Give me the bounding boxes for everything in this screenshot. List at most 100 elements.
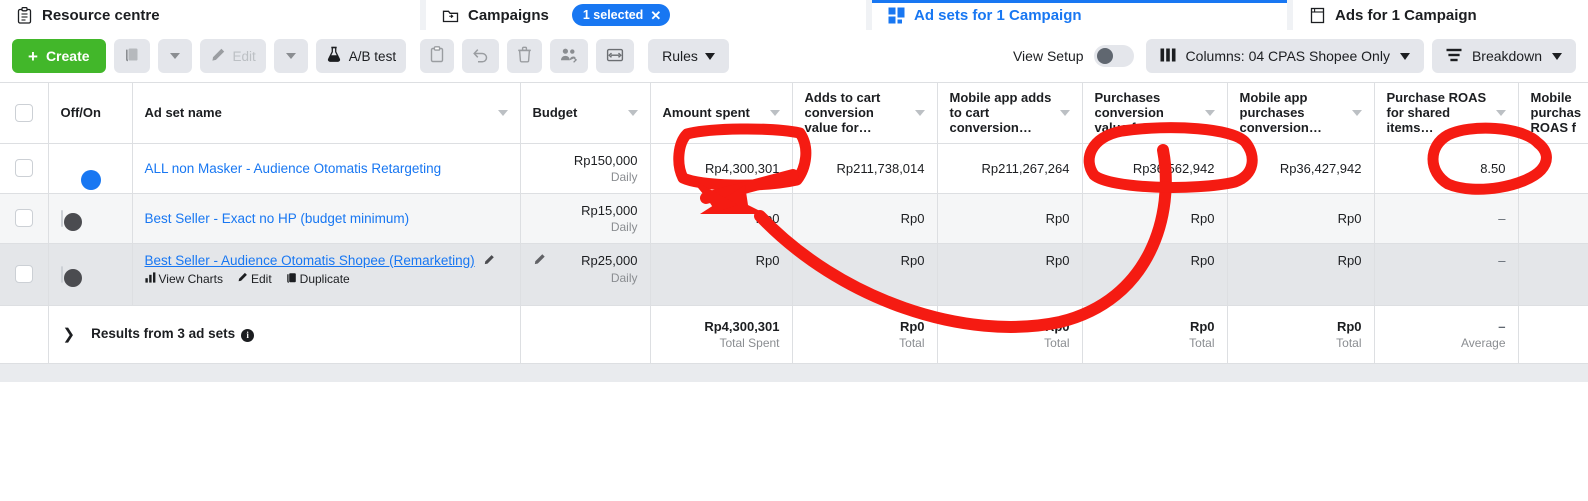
row-budget-cell[interactable]: Rp15,000 Daily xyxy=(520,193,651,244)
paste-button[interactable] xyxy=(420,39,455,73)
row-select-cell[interactable] xyxy=(0,143,49,194)
purchase-roas-value: 8.50 xyxy=(1480,160,1506,176)
breakdown-button[interactable]: Breakdown xyxy=(1431,39,1576,73)
share-icon xyxy=(606,47,624,66)
header-budget[interactable]: Budget xyxy=(520,83,651,144)
duplicate-action[interactable]: Duplicate xyxy=(286,272,350,287)
edit-action[interactable]: Edit xyxy=(237,272,272,286)
row-mobile-roas-cell xyxy=(1518,193,1588,244)
tab-ads[interactable]: Ads for 1 Campaign xyxy=(1293,0,1588,30)
ab-test-label: A/B test xyxy=(348,48,397,64)
row-select-cell[interactable] xyxy=(0,243,49,306)
duplicate-button[interactable] xyxy=(113,39,150,73)
selected-count-badge[interactable]: 1 selected ✕ xyxy=(571,4,671,26)
row-toggle-cell[interactable] xyxy=(48,193,133,244)
pencil-icon xyxy=(237,272,248,286)
export-button[interactable] xyxy=(596,39,635,73)
results-summary: ❯ Results from 3 ad sets i xyxy=(63,325,508,343)
chevron-down-icon[interactable] xyxy=(1204,109,1215,116)
tab-ad-sets[interactable]: Ad sets for 1 Campaign xyxy=(872,0,1287,30)
view-charts-action[interactable]: View Charts xyxy=(144,272,223,286)
row-purchase-roas-cell: 8.50 xyxy=(1374,143,1519,194)
chevron-down-icon[interactable] xyxy=(769,109,780,116)
row-checkbox[interactable] xyxy=(14,265,33,283)
columns-button[interactable]: Columns: 04 CPAS Shopee Only xyxy=(1145,39,1424,73)
table-row[interactable]: Best Seller - Exact no HP (budget minimu… xyxy=(0,193,1588,244)
chevron-down-icon[interactable] xyxy=(1059,109,1070,116)
chevron-down-icon[interactable] xyxy=(497,109,508,116)
ad-set-name-link[interactable]: ALL non Masker - Audience Otomatis Retar… xyxy=(145,161,442,176)
chevron-down-icon[interactable] xyxy=(1495,109,1506,116)
row-mobile-roas-cell xyxy=(1518,143,1588,194)
totals-label-cell[interactable]: ❯ Results from 3 ad sets i xyxy=(48,305,521,364)
edit-menu-button[interactable] xyxy=(273,39,308,73)
close-icon[interactable]: ✕ xyxy=(650,9,661,22)
table-row[interactable]: ALL non Masker - Audience Otomatis Retar… xyxy=(0,143,1588,194)
row-name-cell[interactable]: ALL non Masker - Audience Otomatis Retar… xyxy=(132,143,521,194)
rules-label: Rules xyxy=(662,48,698,64)
totals-row: ❯ Results from 3 ad sets i Rp4,300,301 To… xyxy=(0,305,1588,364)
header-mobile-app-purchases-conversion[interactable]: Mobile app purchases conversion… xyxy=(1227,83,1375,144)
pencil-icon[interactable] xyxy=(533,253,546,269)
plus-icon: + xyxy=(28,46,38,66)
chevron-down-icon[interactable] xyxy=(627,109,638,116)
header-adds-to-cart-conversion-value[interactable]: Adds to cart conversion value for… xyxy=(792,83,938,144)
header-label: Purchases conversion value for… xyxy=(1094,90,1164,136)
row-toggle-cell[interactable] xyxy=(48,243,133,306)
pencil-icon[interactable] xyxy=(483,254,495,269)
header-purchase-roas-shared-items[interactable]: Purchase ROAS for shared items… xyxy=(1374,83,1519,144)
row-budget-cell[interactable]: Rp150,000 Daily xyxy=(520,143,651,194)
duplicate-menu-button[interactable] xyxy=(157,39,192,73)
row-select-cell[interactable] xyxy=(0,193,49,244)
select-all-header[interactable] xyxy=(0,83,49,144)
delete-button[interactable] xyxy=(507,39,543,73)
ad-set-on-off-toggle[interactable] xyxy=(60,265,82,287)
rules-button[interactable]: Rules xyxy=(648,39,729,73)
row-toggle-cell[interactable] xyxy=(48,143,133,194)
ads-manager-window: Resource centre Campaigns 1 selected ✕ A… xyxy=(0,0,1588,501)
header-amount-spent[interactable]: Amount spent xyxy=(650,83,793,144)
view-setup-control[interactable]: View Setup xyxy=(1013,45,1134,67)
audience-button[interactable] xyxy=(550,39,589,73)
totals-adds-to-cart-value: Rp0 xyxy=(899,318,925,334)
toggle-knob xyxy=(63,212,82,231)
ad-set-name-link[interactable]: Best Seller - Exact no HP (budget minimu… xyxy=(145,211,410,226)
header-mobile-app-adds-to-cart[interactable]: Mobile app adds to cart conversion… xyxy=(937,83,1083,144)
row-name-cell[interactable]: Best Seller - Exact no HP (budget minimu… xyxy=(132,193,521,244)
row-checkbox[interactable] xyxy=(14,159,33,177)
chevron-down-icon[interactable] xyxy=(1351,109,1362,116)
header-mobile-purchase-roas[interactable]: Mobile purchas ROAS f xyxy=(1518,83,1588,144)
header-ad-set-name[interactable]: Ad set name xyxy=(132,83,521,144)
mobile-app-purchases-value: Rp36,427,942 xyxy=(1279,160,1362,176)
view-setup-toggle[interactable] xyxy=(1093,45,1134,67)
tab-campaigns[interactable]: Campaigns 1 selected ✕ xyxy=(426,0,866,30)
columns-icon xyxy=(1160,48,1176,65)
info-icon[interactable]: i xyxy=(241,328,255,342)
row-mobile-app-adds-to-cart-cell: Rp0 xyxy=(937,243,1083,306)
header-purchases-conversion-value[interactable]: Purchases conversion value for… xyxy=(1082,83,1228,144)
select-all-checkbox[interactable] xyxy=(14,103,33,122)
chevron-down-icon[interactable] xyxy=(914,109,925,116)
revert-button[interactable] xyxy=(462,39,500,73)
edit-button[interactable]: Edit xyxy=(199,39,266,73)
create-button[interactable]: + Create xyxy=(12,39,106,73)
table-row[interactable]: Best Seller - Audience Otomatis Shopee (… xyxy=(0,243,1588,306)
data-grid: Off/On Ad set name Budget Amount spent A… xyxy=(0,83,1588,364)
row-checkbox[interactable] xyxy=(14,209,33,227)
totals-mobile-app-purchases-label: Total xyxy=(1336,335,1362,350)
chevron-right-icon[interactable]: ❯ xyxy=(63,325,76,343)
selected-count-label: 1 selected xyxy=(582,8,644,22)
toggle-knob xyxy=(63,268,82,287)
row-name-cell[interactable]: Best Seller - Audience Otomatis Shopee (… xyxy=(132,243,521,306)
trash-icon xyxy=(517,46,532,66)
row-purchases-conv-value-cell: Rp0 xyxy=(1082,243,1228,306)
ad-set-on-off-toggle[interactable] xyxy=(60,209,82,231)
ab-test-button[interactable]: A/B test xyxy=(315,39,407,73)
tab-resource-centre[interactable]: Resource centre xyxy=(0,0,420,30)
clipboard-icon xyxy=(430,46,444,66)
ad-set-name-link[interactable]: Best Seller - Audience Otomatis Shopee (… xyxy=(145,253,475,268)
toggle-knob xyxy=(80,170,101,190)
totals-adds-to-cart-cell: Rp0 Total xyxy=(792,305,938,364)
row-mobile-roas-cell xyxy=(1518,243,1588,306)
row-budget-cell[interactable]: Rp25,000 Daily xyxy=(520,243,651,306)
